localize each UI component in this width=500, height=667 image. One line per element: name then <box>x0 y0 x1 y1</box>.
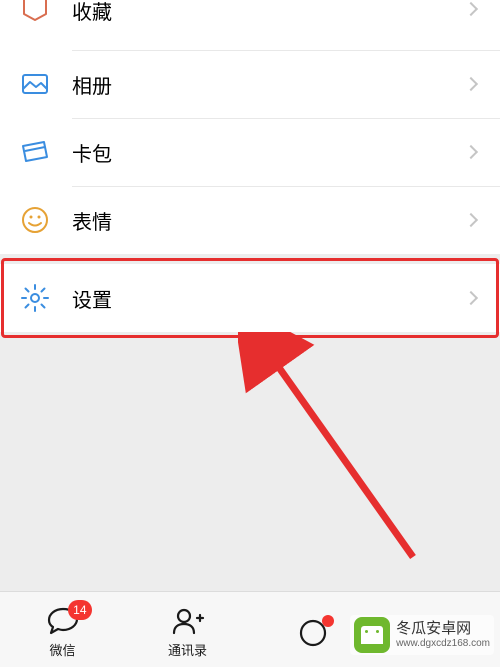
album-icon <box>20 69 50 99</box>
menu-label: 设置 <box>72 284 466 313</box>
menu-item-cards[interactable]: 卡包 <box>0 118 500 186</box>
watermark-title: 冬瓜安卓网 <box>396 620 490 638</box>
chevron-right-icon <box>464 213 478 227</box>
menu-label: 卡包 <box>72 138 466 167</box>
tab-label: 微信 <box>49 640 75 659</box>
sticker-icon <box>20 205 50 235</box>
gear-icon <box>20 283 50 313</box>
menu-label: 收藏 <box>72 0 466 25</box>
chat-icon: 14 <box>46 606 80 636</box>
menu-item-favorite[interactable]: 收藏 <box>0 0 500 50</box>
chevron-right-icon <box>464 291 478 305</box>
chevron-right-icon <box>464 2 478 16</box>
badge-count: 14 <box>68 600 91 620</box>
notification-dot <box>322 615 334 627</box>
chevron-right-icon <box>464 145 478 159</box>
menu-item-settings[interactable]: 设置 <box>0 264 500 332</box>
annotation-arrow <box>238 332 438 572</box>
menu-label: 表情 <box>72 206 466 235</box>
discover-icon <box>296 618 330 648</box>
watermark: 冬瓜安卓网 www.dgxcdz168.com <box>350 615 494 655</box>
cards-icon <box>20 137 50 167</box>
settings-section: 设置 <box>0 264 500 332</box>
contacts-icon <box>171 606 205 636</box>
tab-chat[interactable]: 14 微信 <box>0 592 125 667</box>
menu-item-sticker[interactable]: 表情 <box>0 186 500 254</box>
watermark-logo <box>354 617 390 653</box>
watermark-url: www.dgxcdz168.com <box>396 638 490 650</box>
favorite-icon <box>20 0 50 24</box>
menu-group-main: 收藏 相册 卡包 表情 <box>0 0 500 254</box>
chevron-right-icon <box>464 77 478 91</box>
tab-contacts[interactable]: 通讯录 <box>125 592 250 667</box>
menu-item-album[interactable]: 相册 <box>0 50 500 118</box>
menu-label: 相册 <box>72 70 466 99</box>
tab-label: 通讯录 <box>168 640 207 659</box>
